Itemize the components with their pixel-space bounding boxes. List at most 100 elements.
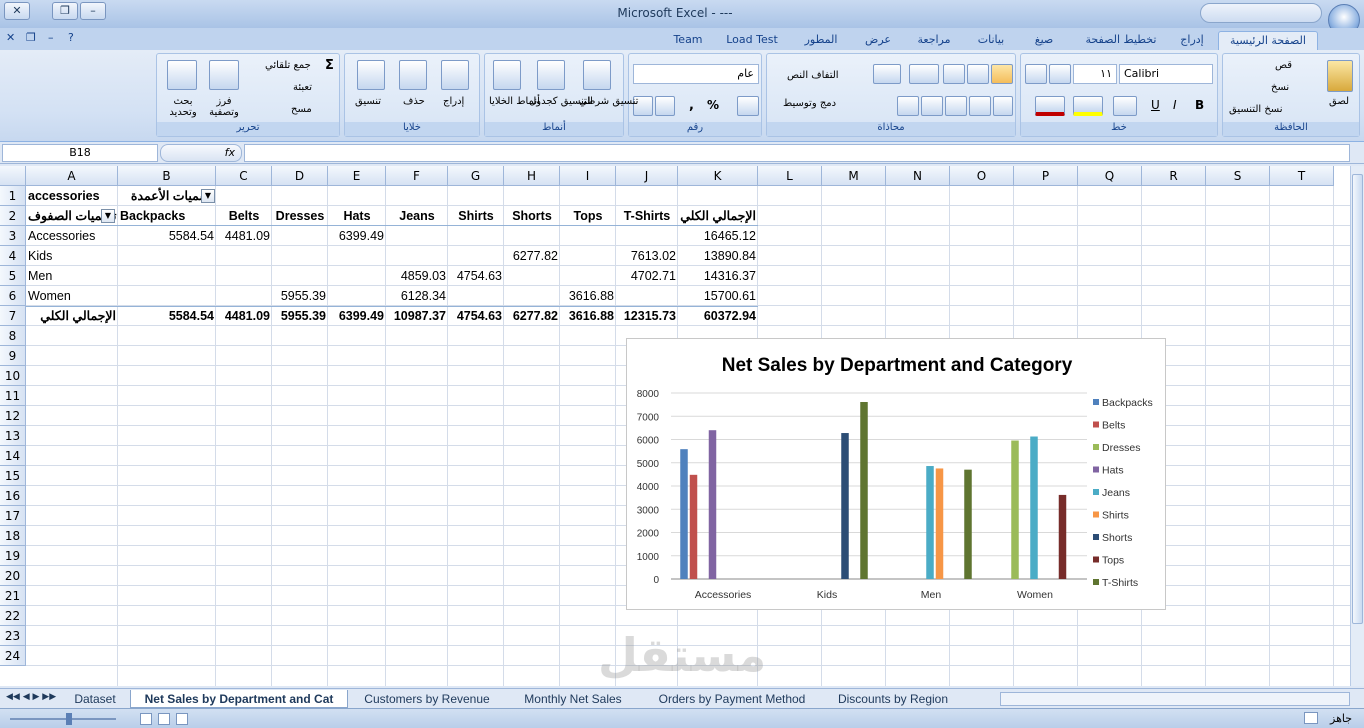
sheet-tab-net-sales[interactable]: Net Sales by Department and Cat — [130, 690, 348, 708]
row-header-2[interactable]: 2 — [0, 206, 26, 226]
pivot-column-labels[interactable]: تسميات الأعمدة — [120, 186, 214, 206]
minimize-workbook-icon[interactable]: – — [48, 31, 54, 44]
row-labels-dropdown-icon[interactable]: ▼ — [101, 209, 115, 223]
name-box[interactable]: B18 — [2, 144, 158, 162]
fx-icon[interactable]: fx — [225, 146, 235, 159]
pivot-total-value[interactable]: 4481.09 — [218, 306, 270, 326]
pivot-header[interactable]: Hats — [330, 206, 384, 226]
align-right-icon[interactable] — [993, 96, 1013, 116]
pivot-total-value[interactable]: 6399.49 — [330, 306, 384, 326]
fill-color-icon[interactable] — [1073, 96, 1103, 116]
format-cells-icon[interactable] — [357, 60, 385, 90]
format-as-table-icon[interactable] — [537, 60, 565, 90]
row-header-6[interactable]: 6 — [0, 286, 26, 306]
font-size-select[interactable]: ١١ — [1073, 64, 1117, 84]
pivot-header[interactable]: Shirts — [450, 206, 502, 226]
column-header-l[interactable]: L — [758, 166, 822, 186]
clear-button[interactable]: مسح — [291, 104, 312, 115]
horizontal-scrollbar[interactable] — [1000, 692, 1350, 706]
pivot-header[interactable]: Dresses — [274, 206, 326, 226]
row-header-19[interactable]: 19 — [0, 546, 26, 566]
pivot-row-name[interactable]: Women — [28, 286, 116, 306]
row-header-8[interactable]: 8 — [0, 326, 26, 346]
column-header-f[interactable]: F — [386, 166, 448, 186]
column-header-r[interactable]: R — [1142, 166, 1206, 186]
tab-page-layout[interactable]: تخطيط الصفحة — [1076, 31, 1166, 50]
close-workbook-icon[interactable]: ✕ — [6, 31, 15, 44]
format-painter-button[interactable]: نسخ التنسيق — [1229, 104, 1282, 115]
pivot-header[interactable]: Backpacks — [120, 206, 214, 226]
pivot-value[interactable]: 7613.02 — [618, 246, 676, 266]
accounting-format-icon[interactable] — [737, 96, 759, 116]
page-layout-view-icon[interactable] — [158, 713, 170, 725]
row-header-4[interactable]: 4 — [0, 246, 26, 266]
column-header-g[interactable]: G — [448, 166, 504, 186]
pivot-value[interactable]: 5955.39 — [274, 286, 326, 306]
pivot-value[interactable]: 15700.61 — [680, 286, 756, 306]
indent-decrease-icon[interactable] — [897, 96, 919, 116]
pivot-header[interactable]: Shorts — [506, 206, 558, 226]
italic-button[interactable]: I — [1173, 98, 1177, 112]
align-middle-icon[interactable] — [967, 64, 989, 84]
pivot-row-name[interactable]: Accessories — [28, 226, 116, 246]
copy-button[interactable]: نسخ — [1271, 82, 1289, 93]
tab-review[interactable]: مراجعة — [906, 31, 962, 50]
pivot-header[interactable]: Tops — [562, 206, 614, 226]
pivot-filter-label[interactable]: accessories — [28, 186, 116, 206]
pivot-total-value[interactable]: 12315.73 — [618, 306, 676, 326]
pivot-value[interactable]: 4702.71 — [618, 266, 676, 286]
find-select-icon[interactable] — [167, 60, 197, 90]
sheet-tab-dataset[interactable]: Dataset — [62, 690, 128, 708]
align-bottom-icon[interactable] — [991, 64, 1013, 84]
column-header-e[interactable]: E — [328, 166, 386, 186]
insert-cells-icon[interactable] — [441, 60, 469, 90]
sheet-tab-monthly[interactable]: Monthly Net Sales — [508, 690, 638, 708]
percent-style-button[interactable]: % — [707, 98, 719, 112]
scroll-thumb[interactable] — [1352, 174, 1363, 624]
column-header-m[interactable]: M — [822, 166, 886, 186]
select-all-corner[interactable] — [0, 166, 26, 186]
row-header-11[interactable]: 11 — [0, 386, 26, 406]
row-header-17[interactable]: 17 — [0, 506, 26, 526]
page-break-view-icon[interactable] — [176, 713, 188, 725]
pivot-value[interactable]: 13890.84 — [680, 246, 756, 266]
tab-developer[interactable]: المطور — [796, 31, 846, 50]
row-header-5[interactable]: 5 — [0, 266, 26, 286]
quick-access-toolbar[interactable] — [1200, 3, 1322, 23]
pivot-total-value[interactable]: 60372.94 — [680, 306, 756, 326]
fill-button[interactable]: تعبئة — [293, 82, 312, 93]
pivot-header[interactable]: Jeans — [388, 206, 446, 226]
column-header-c[interactable]: C — [216, 166, 272, 186]
comma-style-button[interactable]: , — [689, 98, 694, 113]
pivot-value[interactable]: 4859.03 — [388, 266, 446, 286]
chart[interactable]: Net Sales by Department and Category 0 100… — [626, 338, 1166, 610]
tab-data[interactable]: بيانات — [966, 31, 1016, 50]
restore-icon[interactable]: ❐ — [52, 2, 78, 20]
pivot-value[interactable]: 16465.12 — [680, 226, 756, 246]
row-header-21[interactable]: 21 — [0, 586, 26, 606]
sort-filter-icon[interactable] — [209, 60, 239, 90]
row-header-16[interactable]: 16 — [0, 486, 26, 506]
column-header-j[interactable]: J — [616, 166, 678, 186]
bold-button[interactable]: B — [1195, 98, 1204, 112]
sheet-tab-discounts[interactable]: Discounts by Region — [826, 690, 960, 708]
vertical-scrollbar[interactable] — [1350, 166, 1364, 686]
column-header-t[interactable]: T — [1270, 166, 1334, 186]
column-header-a[interactable]: A — [26, 166, 118, 186]
align-center-icon[interactable] — [969, 96, 991, 116]
pivot-header[interactable]: الإجمالي الكلي — [680, 206, 756, 226]
row-header-13[interactable]: 13 — [0, 426, 26, 446]
row-header-23[interactable]: 23 — [0, 626, 26, 646]
column-header-s[interactable]: S — [1206, 166, 1270, 186]
tab-view[interactable]: عرض — [856, 31, 900, 50]
pivot-total-value[interactable]: 5955.39 — [274, 306, 326, 326]
row-header-14[interactable]: 14 — [0, 446, 26, 466]
paste-button[interactable]: لصق — [1329, 96, 1349, 107]
pivot-value[interactable]: 5584.54 — [120, 226, 214, 246]
row-header-1[interactable]: 1 — [0, 186, 26, 206]
column-header-d[interactable]: D — [272, 166, 328, 186]
pivot-total-value[interactable]: 6277.82 — [506, 306, 558, 326]
merge-center-button[interactable]: دمج وتوسيط — [783, 98, 836, 109]
pivot-value[interactable]: 6277.82 — [506, 246, 558, 266]
formula-input[interactable] — [244, 144, 1350, 162]
